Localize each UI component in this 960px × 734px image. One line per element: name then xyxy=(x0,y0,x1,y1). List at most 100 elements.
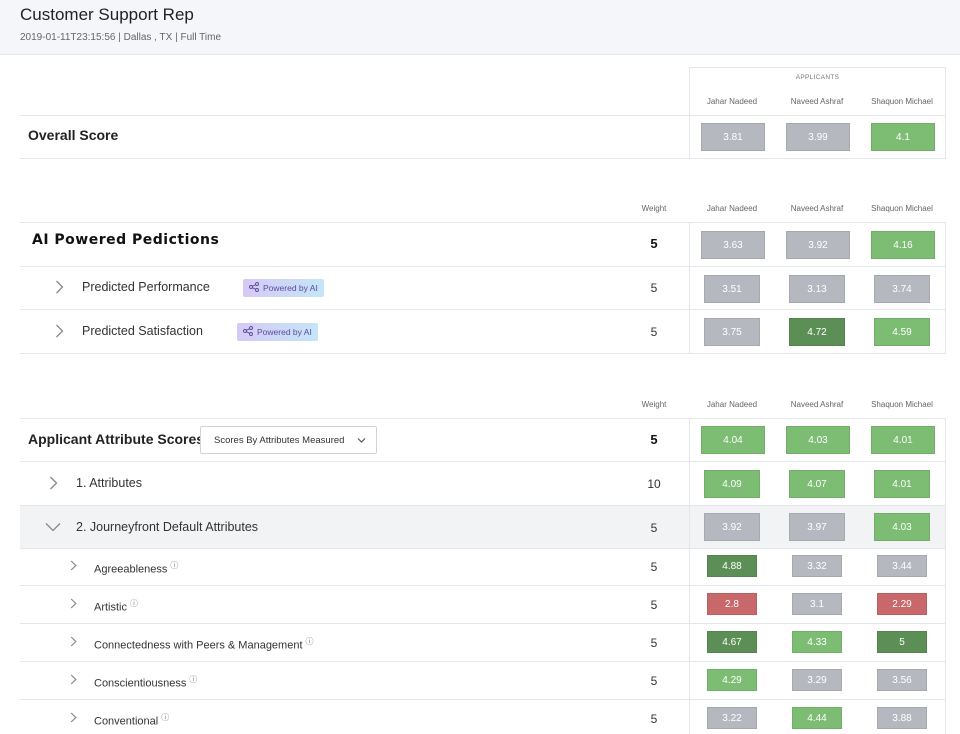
score-cell: 3.74 xyxy=(874,275,930,303)
share-nodes-icon xyxy=(243,326,253,338)
chevron-right-icon[interactable] xyxy=(70,598,77,609)
applicant-name: Naveed Ashraf xyxy=(790,204,844,213)
weight-value: 5 xyxy=(650,325,658,339)
powered-by-ai-badge: Powered by AI xyxy=(243,279,324,297)
score-cell: 4.16 xyxy=(871,231,935,259)
score-cell: 3.56 xyxy=(877,669,927,691)
weight-header: Weight xyxy=(641,204,667,213)
score-cell: 4.09 xyxy=(704,470,760,498)
chevron-right-icon[interactable] xyxy=(70,560,77,571)
applicant-name: Jahar Nadeed xyxy=(706,204,758,213)
ai-predictions-title: AI Powered Pedictions xyxy=(32,232,220,248)
overall-score-label: Overall Score xyxy=(28,127,119,143)
chevron-down-icon xyxy=(357,436,366,447)
weight-value: 5 xyxy=(650,236,658,251)
group-label: 2. Journeyfront Default Attributes xyxy=(76,520,259,534)
applicants-caption: APPLICANTS xyxy=(795,74,840,81)
powered-by-ai-badge: Powered by AI xyxy=(237,323,318,341)
score-cell: 4.04 xyxy=(701,426,765,454)
dropdown-selected: Scores By Attributes Measured xyxy=(214,434,345,446)
attribute-scores-title: Applicant Attribute Scores xyxy=(28,431,205,447)
score-cell: 3.92 xyxy=(704,513,760,541)
weight-value: 5 xyxy=(650,712,658,726)
score-cell: 3.13 xyxy=(789,275,845,303)
attribute-name: Conventional xyxy=(94,715,159,728)
applicant-name: Shaquon Michael xyxy=(871,400,933,409)
info-icon[interactable]: ⓘ xyxy=(170,561,178,570)
attribute-label: Agreeableness ⓘ xyxy=(94,560,178,576)
score-cell: 5 xyxy=(877,631,927,653)
score-cell: 3.99 xyxy=(786,123,850,151)
score-cell: 4.03 xyxy=(786,426,850,454)
score-cell: 3.32 xyxy=(792,555,842,577)
attribute-name: Connectedness with Peers & Management xyxy=(94,639,303,652)
score-cell: 4.33 xyxy=(792,631,842,653)
score-cell: 3.92 xyxy=(786,231,850,259)
weight-header: Weight xyxy=(641,400,667,409)
chevron-right-icon[interactable] xyxy=(49,476,58,490)
weight-value: 5 xyxy=(650,674,658,688)
score-cell: 3.88 xyxy=(877,707,927,729)
score-cell: 4.59 xyxy=(874,318,930,346)
applicant-name: Naveed Ashraf xyxy=(790,97,844,106)
score-cell: 4.01 xyxy=(874,470,930,498)
attribute-label: Connectedness with Peers & Management ⓘ xyxy=(94,636,314,652)
score-cell: 4.67 xyxy=(707,631,757,653)
page-title: Customer Support Rep xyxy=(20,5,194,24)
attribute-view-dropdown[interactable]: Scores By Attributes Measured xyxy=(200,426,377,454)
info-icon[interactable]: ⓘ xyxy=(130,599,138,608)
applicant-name: Naveed Ashraf xyxy=(790,400,844,409)
score-cell: 4.1 xyxy=(871,123,935,151)
applicant-name: Shaquon Michael xyxy=(871,97,933,106)
score-cell: 3.63 xyxy=(701,231,765,259)
attribute-name: Artistic xyxy=(94,601,127,614)
attribute-label: Conventional ⓘ xyxy=(94,712,169,728)
score-cell: 2.8 xyxy=(707,593,757,615)
score-cell: 3.81 xyxy=(701,123,765,151)
chevron-right-icon[interactable] xyxy=(70,636,77,647)
weight-value: 5 xyxy=(650,560,658,574)
score-cell: 3.22 xyxy=(707,707,757,729)
chevron-right-icon[interactable] xyxy=(55,280,64,294)
weight-value: 5 xyxy=(650,636,658,650)
attribute-name: Conscientiousness xyxy=(94,677,187,690)
score-cell: 4.44 xyxy=(792,707,842,729)
applicant-name: Shaquon Michael xyxy=(871,204,933,213)
job-meta: 2019-01-11T23:15:56 | Dallas , TX | Full… xyxy=(20,32,222,43)
attribute-label: Conscientiousness ⓘ xyxy=(94,674,197,690)
score-cell: 2.29 xyxy=(877,593,927,615)
page-header: Customer Support Rep 2019-01-11T23:15:56… xyxy=(0,0,960,55)
chevron-right-icon[interactable] xyxy=(70,674,77,685)
badge-label: Powered by AI xyxy=(263,283,318,293)
weight-value: 5 xyxy=(650,598,658,612)
score-cell: 3.1 xyxy=(792,593,842,615)
score-cell: 3.97 xyxy=(789,513,845,541)
group-label: 1. Attributes xyxy=(76,476,143,490)
attribute-label: Artistic ⓘ xyxy=(94,598,138,614)
score-cell: 4.72 xyxy=(789,318,845,346)
score-cell: 4.88 xyxy=(707,555,757,577)
share-nodes-icon xyxy=(249,282,259,294)
score-cell: 4.07 xyxy=(789,470,845,498)
score-cell: 3.44 xyxy=(877,555,927,577)
score-cell: 4.01 xyxy=(871,426,935,454)
weight-value: 5 xyxy=(650,281,658,295)
badge-label: Powered by AI xyxy=(257,327,312,337)
score-cell: 3.29 xyxy=(792,669,842,691)
score-cell: 4.03 xyxy=(874,513,930,541)
score-cell: 4.29 xyxy=(707,669,757,691)
chevron-right-icon[interactable] xyxy=(70,712,77,723)
info-icon[interactable]: ⓘ xyxy=(306,637,314,646)
applicant-name: Jahar Nadeed xyxy=(706,97,758,106)
weight-value: 5 xyxy=(650,432,658,447)
chevron-down-icon[interactable] xyxy=(45,522,61,532)
weight-value: 5 xyxy=(650,521,658,535)
info-icon[interactable]: ⓘ xyxy=(161,713,169,722)
row-label: Predicted Satisfaction xyxy=(82,324,203,338)
score-cell: 3.51 xyxy=(704,275,760,303)
attribute-name: Agreeableness xyxy=(94,563,168,576)
weight-value: 10 xyxy=(647,477,661,491)
chevron-right-icon[interactable] xyxy=(55,324,64,338)
info-icon[interactable]: ⓘ xyxy=(189,675,197,684)
score-cell: 3.75 xyxy=(704,318,760,346)
